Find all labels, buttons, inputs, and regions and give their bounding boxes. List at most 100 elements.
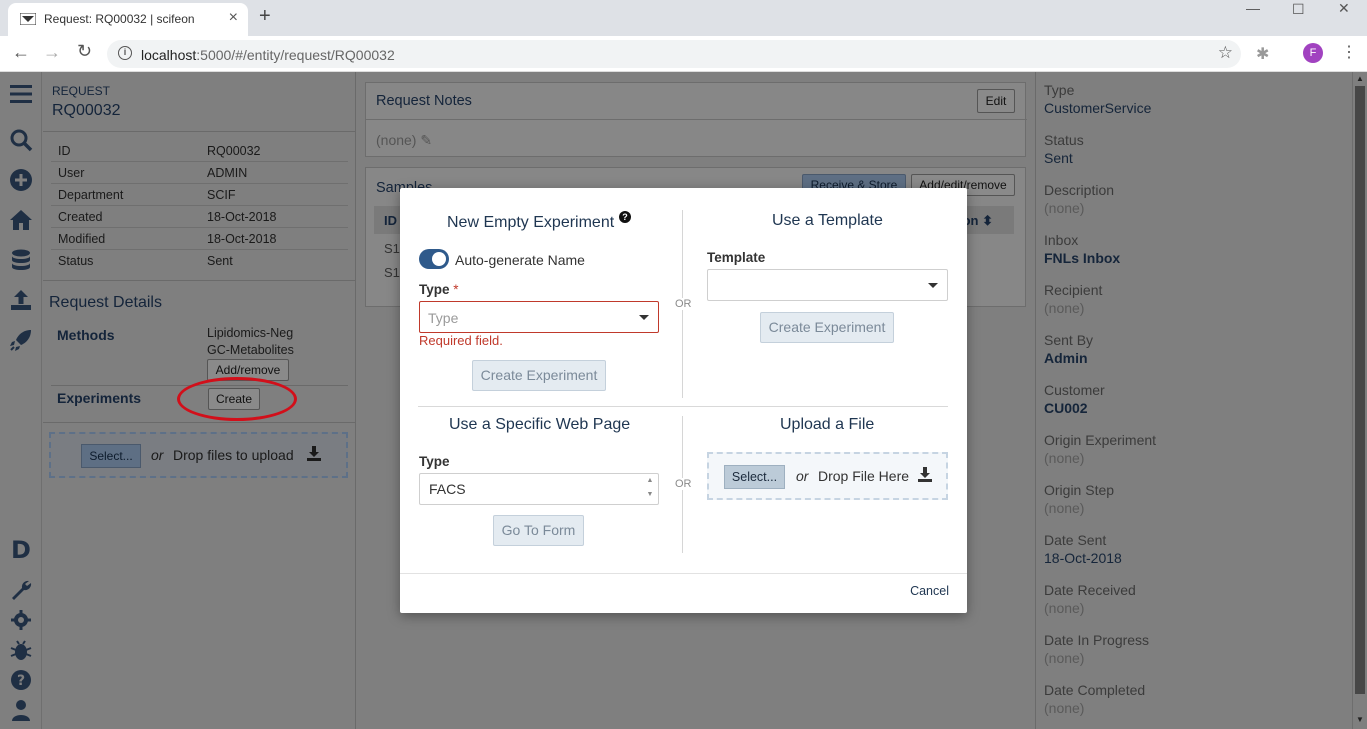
horizontal-divider xyxy=(418,406,948,407)
close-tab-icon[interactable]: × xyxy=(229,9,238,27)
site-info-icon[interactable]: i xyxy=(118,46,132,60)
field-label: Sent By xyxy=(1044,332,1094,348)
field-date-in-progress: Date In Progress (none) xyxy=(1044,632,1149,666)
inbox-link[interactable]: FNLs Inbox xyxy=(1044,250,1120,266)
request-details-title: Request Details xyxy=(49,294,162,311)
wrench-icon[interactable] xyxy=(7,576,35,604)
customer-link[interactable]: CU002 xyxy=(1044,400,1105,416)
user-icon[interactable] xyxy=(7,696,35,724)
sent-by-link[interactable]: Admin xyxy=(1044,350,1093,366)
upload-file-dropzone[interactable]: Select... or Drop File Here xyxy=(707,452,948,500)
field-label: Origin Experiment xyxy=(1044,432,1157,448)
property-key: ID xyxy=(58,144,71,158)
field-date-completed: Date Completed (none) xyxy=(1044,682,1145,716)
property-table: ID RQ00032 User ADMIN Department SCIF Creat… xyxy=(51,140,348,272)
field-value: (none) xyxy=(1044,500,1085,516)
download-icon xyxy=(307,446,321,461)
extension-puzzle-icon[interactable]: ✱ xyxy=(1256,44,1269,64)
property-value: RQ00032 xyxy=(207,144,261,158)
field-origin-step: Origin Step (none) xyxy=(1044,482,1114,516)
use-template-title: Use a Template xyxy=(772,212,883,229)
webpage-type-input[interactable]: FACS ▲ ▼ xyxy=(419,473,659,505)
drop-file-text: Drop File Here xyxy=(818,468,910,484)
maximize-icon[interactable]: ☐ xyxy=(1292,1,1305,18)
search-icon[interactable] xyxy=(7,126,35,154)
upload-or-text: or xyxy=(151,447,164,463)
new-tab-icon[interactable]: + xyxy=(259,5,271,28)
table-row[interactable]: S1 xyxy=(384,265,400,280)
field-label: Date In Progress xyxy=(1044,632,1150,648)
method-item: Lipidomics-Neg xyxy=(207,326,294,340)
webpage-type-value: FACS xyxy=(429,481,466,497)
field-type: Type CustomerService xyxy=(1044,82,1151,116)
bookmark-star-icon[interactable]: ☆ xyxy=(1218,43,1233,63)
field-label: Customer xyxy=(1044,382,1105,398)
auto-generate-name-toggle[interactable] xyxy=(419,249,449,269)
browser-tab[interactable]: Request: RQ00032 | scifeon × xyxy=(8,3,248,36)
forward-icon[interactable]: → xyxy=(43,42,61,63)
table-row[interactable]: S1 xyxy=(384,241,400,256)
dialog-footer xyxy=(400,573,967,574)
upload-or-text: or xyxy=(796,468,809,484)
hamburger-menu-icon[interactable] xyxy=(7,80,35,108)
scifeon-favicon-icon xyxy=(20,13,36,25)
reload-icon[interactable]: ↻ xyxy=(77,41,92,62)
browser-menu-icon[interactable]: ⋮ xyxy=(1341,42,1357,62)
close-window-icon[interactable]: ✕ xyxy=(1338,0,1350,17)
or-separator: OR xyxy=(675,298,692,310)
experiment-type-select[interactable]: Type xyxy=(419,301,659,333)
bug-icon[interactable] xyxy=(7,636,35,664)
field-value: Sent xyxy=(1044,150,1073,166)
go-to-form-button[interactable]: Go To Form xyxy=(493,515,584,546)
scroll-up-arrow-icon[interactable]: ▲ xyxy=(1356,74,1364,83)
add-circle-icon[interactable] xyxy=(7,166,35,194)
toggle-knob xyxy=(432,252,446,266)
column-header-id[interactable]: ID xyxy=(384,213,397,228)
field-date-sent: Date Sent 18-Oct-2018 xyxy=(1044,532,1122,566)
help-icon[interactable]: ? xyxy=(619,211,631,223)
cancel-button[interactable]: Cancel xyxy=(910,584,949,598)
chevron-down-icon xyxy=(928,283,938,288)
address-bar[interactable]: i localhost:5000/#/entity/request/RQ0003… xyxy=(107,40,1241,68)
request-properties-panel: Type CustomerService Status Sent Descripti… xyxy=(1035,72,1352,729)
profile-avatar[interactable]: F xyxy=(1303,43,1323,63)
gear-icon[interactable] xyxy=(7,606,35,634)
scrollbar-thumb[interactable] xyxy=(1355,86,1365,694)
select-file-button[interactable]: Select... xyxy=(724,465,785,489)
field-label: Status xyxy=(1044,132,1084,148)
field-value: 18-Oct-2018 xyxy=(1044,550,1122,566)
field-label: Date Received xyxy=(1044,582,1136,598)
file-upload-dropzone[interactable]: Select... or Drop files to upload xyxy=(49,432,348,478)
field-value: (none) xyxy=(1044,300,1085,316)
property-key: Created xyxy=(58,210,103,224)
home-icon[interactable] xyxy=(7,206,35,234)
minimize-icon[interactable]: — xyxy=(1246,0,1260,16)
divider xyxy=(43,280,356,281)
help-circle-icon[interactable]: ? xyxy=(7,666,35,694)
back-icon[interactable]: ← xyxy=(12,42,30,63)
browser-tab-strip: Request: RQ00032 | scifeon × + — ☐ ✕ xyxy=(0,0,1367,36)
create-from-template-button[interactable]: Create Experiment xyxy=(760,312,894,343)
left-nav-rail: D ? xyxy=(0,72,42,729)
edit-notes-button[interactable]: Edit xyxy=(977,89,1015,113)
spin-up-icon[interactable]: ▲ xyxy=(645,477,655,484)
upload-icon[interactable] xyxy=(7,286,35,314)
pencil-icon[interactable]: ✎ xyxy=(420,132,432,148)
tab-title: Request: RQ00032 | scifeon xyxy=(44,12,195,26)
rocket-icon[interactable] xyxy=(7,326,35,354)
template-select[interactable] xyxy=(707,269,948,301)
property-key: Status xyxy=(58,254,94,268)
database-icon[interactable] xyxy=(7,246,35,274)
request-notes-card: Request Notes Edit (none) ✎ xyxy=(365,82,1027,157)
scroll-down-arrow-icon[interactable]: ▼ xyxy=(1356,715,1364,724)
vertical-scrollbar[interactable]: ▲ ▼ xyxy=(1352,72,1367,729)
divider xyxy=(43,422,356,423)
field-value: (none) xyxy=(1044,700,1085,716)
create-empty-experiment-button[interactable]: Create Experiment xyxy=(472,360,606,391)
new-empty-experiment-title: New Empty Experiment xyxy=(447,214,615,231)
spin-down-icon[interactable]: ▼ xyxy=(645,491,655,498)
d-logo-icon[interactable]: D xyxy=(7,536,35,564)
field-value: (none) xyxy=(1044,450,1085,466)
url-path: :5000/#/entity/request/RQ00032 xyxy=(196,47,395,63)
select-files-button[interactable]: Select... xyxy=(81,444,141,468)
